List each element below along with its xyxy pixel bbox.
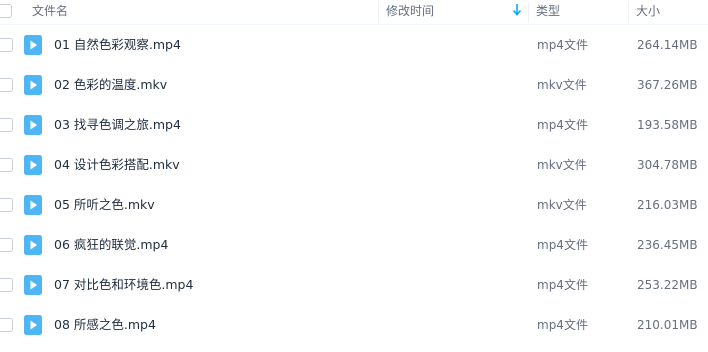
file-name[interactable]: 03 找寻色调之旅.mp4 [54, 105, 181, 145]
file-row[interactable]: 06 疯狂的联觉.mp4 mp4文件 236.45MB [0, 225, 708, 265]
column-header-type[interactable]: 类型 [536, 0, 560, 24]
file-type: mp4文件 [537, 38, 588, 52]
file-size: 304.78MB [637, 158, 698, 172]
file-type: mp4文件 [537, 118, 588, 132]
file-row[interactable]: 02 色彩的温度.mkv mkv文件 367.26MB [0, 65, 708, 105]
video-file-icon [24, 75, 42, 95]
row-checkbox[interactable] [0, 238, 13, 252]
video-file-icon [24, 35, 42, 55]
file-type: mp4文件 [537, 278, 588, 292]
file-row[interactable]: 08 所感之色.mp4 mp4文件 210.01MB [0, 305, 708, 345]
file-size: 253.22MB [637, 278, 698, 292]
file-size: 216.03MB [637, 198, 698, 212]
file-name[interactable]: 07 对比色和环境色.mp4 [54, 265, 193, 305]
file-row[interactable]: 01 自然色彩观察.mp4 mp4文件 264.14MB [0, 25, 708, 65]
column-divider[interactable] [378, 2, 379, 22]
file-type: mp4文件 [537, 238, 588, 252]
file-name[interactable]: 08 所感之色.mp4 [54, 305, 156, 345]
file-name[interactable]: 06 疯狂的联觉.mp4 [54, 225, 168, 265]
file-size: 264.14MB [637, 38, 698, 52]
column-divider[interactable] [528, 2, 529, 22]
row-checkbox[interactable] [0, 318, 13, 332]
column-header-name[interactable]: 文件名 [32, 0, 68, 24]
file-list: 文件名 修改时间 类型 大小 01 自然色彩观察.mp4 mp4文件 264.1… [0, 0, 708, 352]
row-checkbox[interactable] [0, 78, 13, 92]
file-list-header: 文件名 修改时间 类型 大小 [0, 0, 708, 25]
video-file-icon [24, 275, 42, 295]
video-file-icon [24, 315, 42, 335]
file-name[interactable]: 04 设计色彩搭配.mkv [54, 145, 180, 185]
file-size: 236.45MB [637, 238, 698, 252]
file-size: 210.01MB [637, 318, 698, 332]
file-row[interactable]: 07 对比色和环境色.mp4 mp4文件 253.22MB [0, 265, 708, 305]
video-file-icon [24, 115, 42, 135]
column-header-size[interactable]: 大小 [636, 0, 660, 24]
file-size: 193.58MB [637, 118, 698, 132]
sort-descending-icon[interactable] [512, 3, 522, 17]
file-type: mkv文件 [537, 158, 587, 172]
column-divider[interactable] [628, 2, 629, 22]
file-row[interactable]: 05 所听之色.mkv mkv文件 216.03MB [0, 185, 708, 225]
file-type: mkv文件 [537, 78, 587, 92]
file-type: mp4文件 [537, 318, 588, 332]
file-row[interactable]: 04 设计色彩搭配.mkv mkv文件 304.78MB [0, 145, 708, 185]
row-checkbox[interactable] [0, 278, 13, 292]
row-checkbox[interactable] [0, 158, 13, 172]
file-row[interactable]: 03 找寻色调之旅.mp4 mp4文件 193.58MB [0, 105, 708, 145]
file-type: mkv文件 [537, 198, 587, 212]
file-name[interactable]: 02 色彩的温度.mkv [54, 65, 167, 105]
file-name[interactable]: 01 自然色彩观察.mp4 [54, 25, 181, 65]
row-checkbox[interactable] [0, 198, 13, 212]
file-size: 367.26MB [637, 78, 698, 92]
row-checkbox[interactable] [0, 38, 13, 52]
file-name[interactable]: 05 所听之色.mkv [54, 185, 155, 225]
column-header-modified[interactable]: 修改时间 [386, 0, 434, 24]
video-file-icon [24, 195, 42, 215]
video-file-icon [24, 235, 42, 255]
video-file-icon [24, 155, 42, 175]
row-checkbox[interactable] [0, 118, 13, 132]
select-all-checkbox[interactable] [0, 4, 12, 18]
